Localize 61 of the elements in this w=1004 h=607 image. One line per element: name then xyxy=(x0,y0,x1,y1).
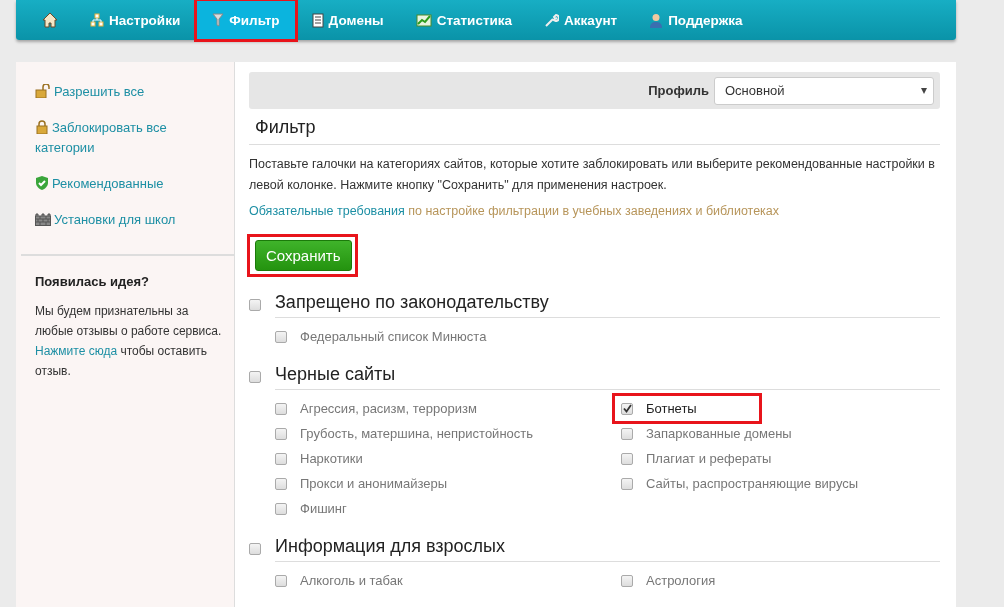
profile-label: Профиль xyxy=(648,83,709,98)
category-label: Запаркованные домены xyxy=(646,426,792,441)
shield-check-icon xyxy=(35,175,49,190)
nav-tab[interactable]: Фильтр xyxy=(196,0,296,40)
notebook-icon xyxy=(311,12,324,28)
checkbox[interactable] xyxy=(621,574,633,587)
sidebar-link[interactable]: Рекомендованные xyxy=(35,174,216,194)
checkbox[interactable] xyxy=(621,402,633,415)
category-label: Наркотики xyxy=(300,451,363,466)
category-label: Сайты, распространяющие вирусы xyxy=(646,476,859,491)
feedback-text: Мы будем признательны за любые отзывы о работе сервиса. Нажмите сюда чтобы оставить отзыв. xyxy=(35,303,223,380)
person-icon xyxy=(649,12,664,28)
description-text: Поставьте галочки на категориях сайтов, которые хотите заблокировать или выберите рекомендованные настройки в левой колонке. Нажмите кнопку "Сохранить" для применения настроек. xyxy=(249,156,936,194)
open-padlock-icon xyxy=(35,84,51,98)
checkbox[interactable] xyxy=(621,477,633,490)
checkbox[interactable] xyxy=(275,502,287,515)
category-heading: Информация для взрослых xyxy=(275,535,940,562)
checkbox[interactable] xyxy=(275,477,287,490)
checkbox[interactable] xyxy=(275,330,287,343)
requirements-text: Обязательные требования по настройке фильтрации в учебных заведениях и библиотеках xyxy=(249,204,781,218)
feedback-link[interactable]: Нажмите сюда xyxy=(35,344,118,358)
checkbox[interactable] xyxy=(621,452,633,465)
checkbox[interactable] xyxy=(249,370,261,383)
checkbox[interactable] xyxy=(275,452,287,465)
nav-tab[interactable]: Настройки xyxy=(74,0,197,40)
checkbox[interactable] xyxy=(275,427,287,440)
checkbox[interactable] xyxy=(275,402,287,415)
category-label: Агрессия, расизм, терроризм xyxy=(300,401,477,416)
save-button[interactable]: Сохранить xyxy=(255,240,352,271)
profile-select[interactable]: Основной xyxy=(714,76,934,105)
category-label: Астрология xyxy=(646,573,716,588)
category-heading: Черные сайты xyxy=(275,363,940,390)
idea-heading: Появилась идея? xyxy=(35,274,150,289)
category-label: Плагиат и рефераты xyxy=(646,451,772,466)
category-heading: Запрещено по законодательству xyxy=(275,291,940,318)
checkbox[interactable] xyxy=(275,574,287,587)
nav-tab[interactable]: Аккаунт xyxy=(528,0,634,40)
home-icon xyxy=(42,12,58,28)
category-label: Алкоголь и табак xyxy=(300,573,403,588)
category-label: Фишинг xyxy=(300,501,347,516)
wrench-icon xyxy=(544,12,560,28)
category-label: Прокси и анонимайзеры xyxy=(300,476,447,491)
brick-wall-icon xyxy=(35,213,51,226)
category-label: Федеральный список Минюста xyxy=(300,329,487,344)
nav-tab[interactable]: Домены xyxy=(295,0,400,40)
sidebar-link[interactable]: Разрешить все xyxy=(35,82,216,102)
sidebar-link[interactable]: Заблокировать все категории xyxy=(35,118,216,158)
padlock-icon xyxy=(35,120,49,134)
chart-icon xyxy=(415,13,432,27)
nav-tab[interactable]: Поддержка xyxy=(633,0,759,40)
nav-tab[interactable]: Статистика xyxy=(399,0,529,40)
sidebar-link[interactable]: Установки для школ xyxy=(35,210,216,230)
network-icon xyxy=(90,13,104,27)
page-title: Фильтр xyxy=(249,117,940,145)
filter-icon xyxy=(212,13,225,27)
category-label: Грубость, матершина, непристойность xyxy=(300,426,534,441)
checkbox[interactable] xyxy=(621,427,633,440)
requirements-link[interactable]: Обязательные требования xyxy=(249,204,405,218)
checkbox[interactable] xyxy=(249,298,261,311)
category-label: Ботнеты xyxy=(646,401,697,416)
checkbox[interactable] xyxy=(249,542,261,555)
